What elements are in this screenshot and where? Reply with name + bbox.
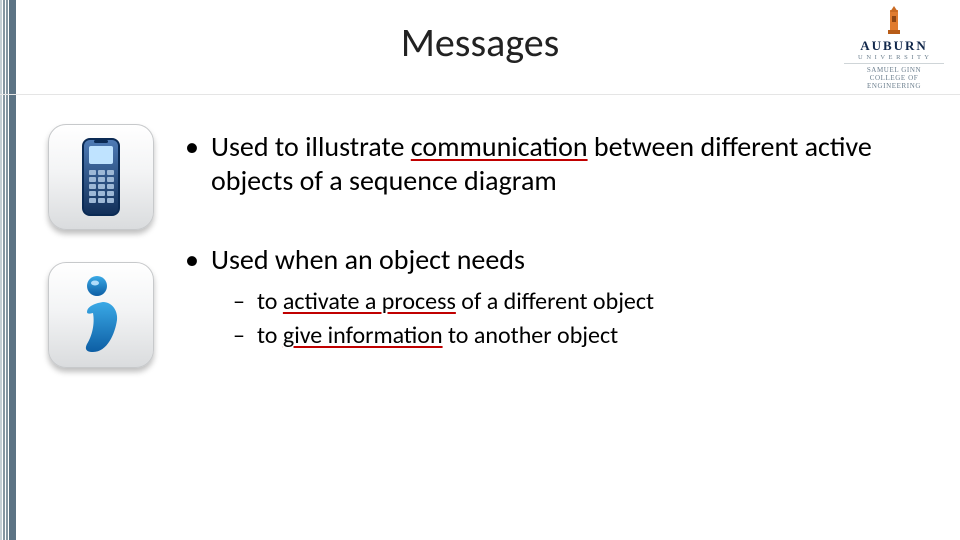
slide-content: Used to illustrate communication between… [185,130,920,397]
sub-bullet-list: to activate a process of a different obj… [211,287,920,351]
sub-text-pre: to [257,321,283,350]
logo-subline1: U N I V E R S I T Y [844,54,944,61]
sub-text-post: to another object [443,321,619,350]
phone-icon-tile [48,124,154,230]
sub-text-underlined: activate a process [283,287,456,316]
university-logo: AUBURN U N I V E R S I T Y SAMUEL GINN C… [844,6,944,90]
bullet-text-pre: Used to illustrate [211,129,411,164]
info-icon-tile [48,262,154,368]
sub-text-underlined: give information [283,321,443,350]
info-icon [73,274,129,356]
left-accent-bar [0,0,16,540]
slide: Messages AUBURN U N I V E R S I T Y SAMU… [0,0,960,540]
slide-title: Messages [0,18,960,67]
tower-icon [880,6,908,36]
bullet-list: Used to illustrate communication between… [185,130,920,351]
header-separator [0,94,960,95]
sub-bullet-item: to give information to another object [211,321,920,351]
bullet-item: Used when an object needs to activate a … [185,243,920,351]
bullet-text-pre: Used when an object needs [211,242,525,277]
logo-university: AUBURN [844,38,944,54]
mobile-phone-icon [80,136,122,218]
sub-bullet-item: to activate a process of a different obj… [211,287,920,317]
bullet-text-underlined: communication [411,129,588,164]
bullet-item: Used to illustrate communication between… [185,130,920,197]
logo-subline2: SAMUEL GINN COLLEGE OF ENGINEERING [844,63,944,90]
sub-text-post: of a different object [456,287,654,316]
sub-text-pre: to [257,287,283,316]
